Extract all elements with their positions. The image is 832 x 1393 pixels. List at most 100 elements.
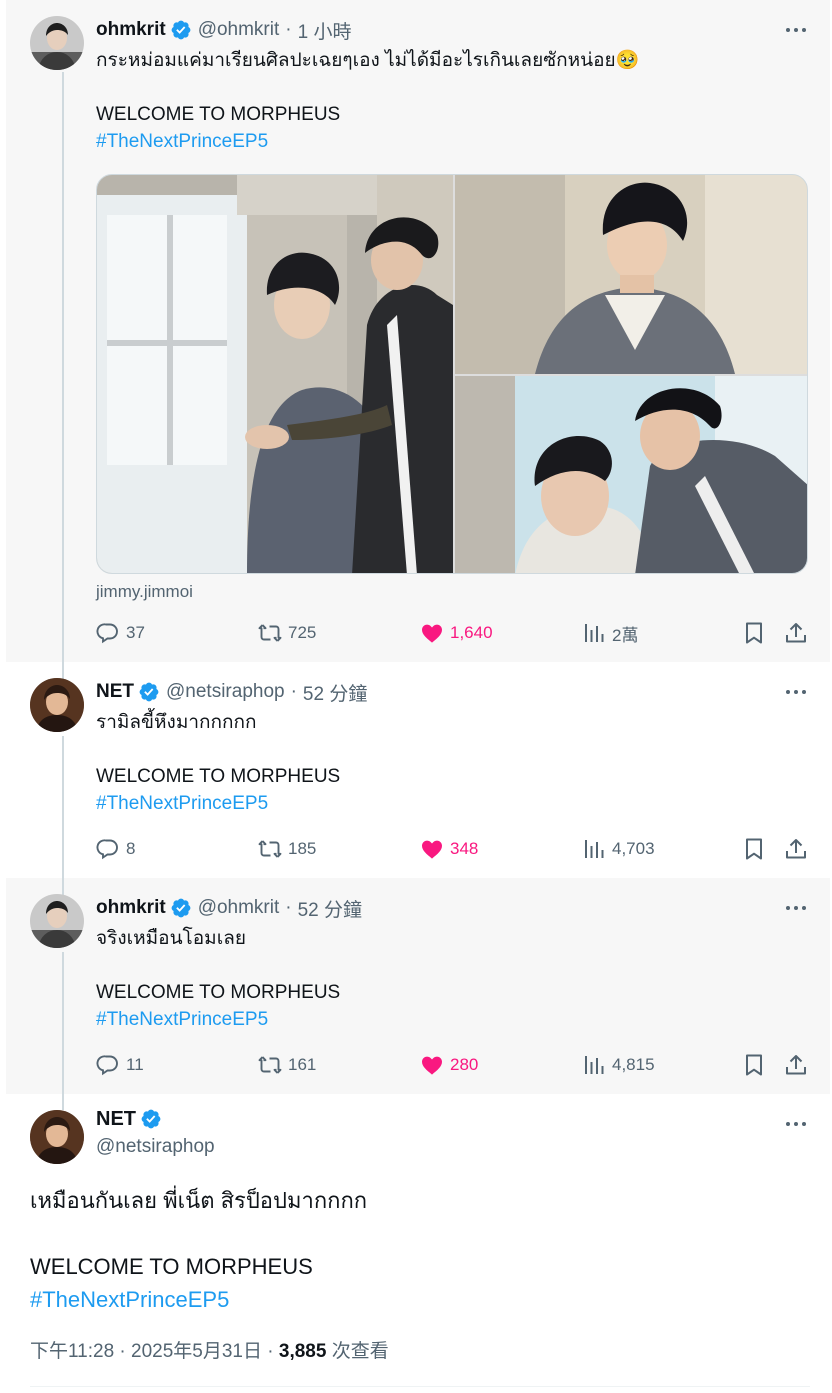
post-text: กระหม่อมแค่มาเรียนศิลปะเฉยๆเอง ไม่ได้มีอ… — [96, 47, 810, 155]
action-bar: 8 185 348 4,703 — [96, 835, 810, 863]
share-icon[interactable] — [784, 619, 808, 647]
share-icon[interactable] — [784, 1051, 808, 1079]
hashtag-link[interactable]: #TheNextPrinceEP5 — [30, 1283, 810, 1316]
verified-badge-icon — [170, 19, 192, 41]
author-handle[interactable]: @netsiraphop — [96, 1136, 215, 1158]
divider — [30, 1386, 810, 1387]
views-button[interactable]: 2萬 — [582, 619, 638, 647]
views-icon — [582, 621, 606, 645]
post-header: NET @netsiraphop · 52 分鐘 — [96, 679, 810, 706]
post-time[interactable]: 52 分鐘 — [303, 679, 367, 706]
post-header: ohmkrit @ohmkrit · 52 分鐘 — [96, 895, 810, 922]
main-post-text: เหมือนกันเลย พี่เน็ต สิรป็อปมากกกก WELCO… — [30, 1184, 810, 1316]
main-post-header: NET @netsiraphop — [96, 1106, 215, 1158]
reply-post-2[interactable]: NET @netsiraphop · 52 分鐘 รามิลขี้หึงมากก… — [6, 662, 830, 878]
share-icon[interactable] — [784, 835, 808, 863]
author-name[interactable]: NET — [96, 1108, 136, 1131]
media-credit[interactable]: jimmy.jimmoi — [96, 582, 193, 602]
media-image-2[interactable] — [455, 175, 808, 374]
post-text-line: รามิลขี้หึงมากกกกก — [96, 712, 257, 733]
post-text-line: WELCOME TO MORPHEUS — [96, 766, 341, 787]
avatar[interactable] — [30, 894, 84, 948]
action-bar: 37 725 1,640 2萬 — [96, 619, 810, 647]
separator-dot: · — [290, 681, 297, 702]
post-header: ohmkrit @ohmkrit · 1 小時 — [96, 17, 810, 44]
media-image-1[interactable] — [97, 175, 453, 574]
thread-line — [62, 1094, 64, 1110]
reply-count: 11 — [126, 1055, 144, 1074]
thread-line — [62, 72, 64, 662]
repost-icon — [258, 837, 282, 861]
bookmark-icon[interactable] — [742, 619, 766, 647]
post-text: รามิลขี้หึงมากกกกก WELCOME TO MORPHEUS #… — [96, 709, 810, 817]
hashtag-link[interactable]: #TheNextPrinceEP5 — [96, 1006, 810, 1033]
views-count: 4,703 — [612, 839, 655, 858]
hashtag-link[interactable]: #TheNextPrinceEP5 — [96, 790, 810, 817]
author-handle[interactable]: @ohmkrit — [198, 19, 280, 41]
views-button[interactable]: 4,815 — [582, 1051, 655, 1079]
post-text-line: WELCOME TO MORPHEUS — [96, 104, 341, 125]
author-name[interactable]: ohmkrit — [96, 19, 166, 41]
views-count: 4,815 — [612, 1055, 655, 1074]
main-post: NET @netsiraphop เหมือนกันเลย พี่เน็ต สิ… — [6, 1094, 830, 1393]
bookmark-icon[interactable] — [742, 1051, 766, 1079]
repost-button[interactable]: 185 — [258, 835, 316, 863]
hashtag-link[interactable]: #TheNextPrinceEP5 — [96, 128, 810, 155]
repost-button[interactable]: 725 — [258, 619, 316, 647]
like-count: 348 — [450, 839, 479, 858]
post-text: จริงเหมือนโอมเลย WELCOME TO MORPHEUS #Th… — [96, 925, 810, 1033]
post-time[interactable]: 52 分鐘 — [298, 895, 362, 922]
reply-icon — [96, 621, 120, 645]
reply-post-1[interactable]: ohmkrit @ohmkrit · 1 小時 กระหม่อมแค่มาเรี… — [6, 0, 830, 662]
more-icon[interactable] — [782, 18, 810, 42]
author-name[interactable]: ohmkrit — [96, 897, 166, 919]
reply-button[interactable]: 11 — [96, 1051, 144, 1079]
views-button[interactable]: 4,703 — [582, 835, 655, 863]
reply-button[interactable]: 37 — [96, 619, 145, 647]
author-handle[interactable]: @ohmkrit — [198, 897, 280, 919]
views-icon — [582, 837, 606, 861]
action-bar: 11 161 280 4,815 — [96, 1051, 810, 1079]
post-text-line: WELCOME TO MORPHEUS — [96, 982, 341, 1003]
like-button[interactable]: 280 — [420, 1051, 478, 1079]
repost-button[interactable]: 161 — [258, 1051, 316, 1079]
post-text-line: จริงเหมือนโอมเลย — [96, 928, 246, 949]
thread-line — [62, 878, 64, 896]
repost-count: 161 — [288, 1055, 317, 1074]
separator-dot: · — [285, 897, 292, 918]
avatar[interactable] — [30, 16, 84, 70]
views-label: 次查看 — [326, 1341, 389, 1362]
media-image-3[interactable] — [455, 376, 808, 574]
avatar[interactable] — [30, 1110, 84, 1164]
media-grid[interactable] — [96, 174, 808, 574]
like-button[interactable]: 348 — [420, 835, 478, 863]
verified-badge-icon — [140, 1108, 162, 1130]
reply-post-3[interactable]: ohmkrit @ohmkrit · 52 分鐘 จริงเหมือนโอมเล… — [6, 878, 830, 1094]
post-timestamp[interactable]: 下午11:28 · 2025年5月31日 · — [30, 1341, 279, 1362]
post-meta: 下午11:28 · 2025年5月31日 · 3,885 次查看 — [30, 1336, 389, 1363]
post-text-line: กระหม่อมแค่มาเรียนศิลปะเฉยๆเอง ไม่ได้มีอ… — [96, 50, 640, 71]
reply-icon — [96, 837, 120, 861]
like-button[interactable]: 1,640 — [420, 619, 493, 647]
more-icon[interactable] — [782, 680, 810, 704]
views-total: 3,885 — [278, 1341, 327, 1362]
heart-filled-icon — [420, 1053, 444, 1077]
repost-icon — [258, 621, 282, 645]
reply-icon — [96, 1053, 120, 1077]
more-icon[interactable] — [782, 896, 810, 920]
views-icon — [582, 1053, 606, 1077]
repost-icon — [258, 1053, 282, 1077]
post-text-line: WELCOME TO MORPHEUS — [30, 1254, 313, 1279]
bookmark-icon[interactable] — [742, 835, 766, 863]
author-name[interactable]: NET — [96, 681, 134, 703]
post-time[interactable]: 1 小時 — [298, 17, 352, 44]
thread-line — [62, 662, 64, 680]
author-handle[interactable]: @netsiraphop — [166, 681, 285, 703]
reply-button[interactable]: 8 — [96, 835, 135, 863]
like-count: 280 — [450, 1055, 479, 1074]
like-count: 1,640 — [450, 623, 493, 642]
avatar[interactable] — [30, 678, 84, 732]
more-icon[interactable] — [782, 1112, 810, 1136]
heart-filled-icon — [420, 837, 444, 861]
repost-count: 725 — [288, 623, 317, 642]
